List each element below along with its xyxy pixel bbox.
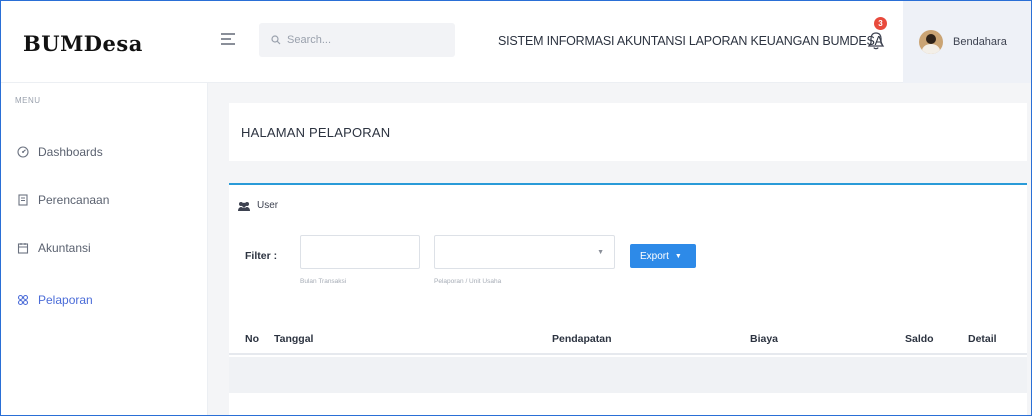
user-menu[interactable]: Bendahara [903, 1, 1031, 83]
users-icon [238, 201, 250, 211]
sidebar-item-label: Dashboards [38, 145, 103, 159]
dashboard-icon [17, 146, 29, 158]
sidebar: MENU Dashboards Perencanaan Akuntansi Pe… [1, 83, 208, 415]
table-row [229, 357, 1027, 393]
search-icon [271, 35, 281, 45]
notification-badge: 3 [874, 17, 887, 30]
column-header-pendapatan[interactable]: Pendapatan [552, 333, 612, 345]
user-name: Bendahara [953, 36, 1007, 48]
sidebar-item-dashboards[interactable]: Dashboards [17, 145, 103, 159]
page-header: HALAMAN PELAPORAN [229, 103, 1027, 161]
bell-icon[interactable] [867, 31, 885, 51]
export-button[interactable]: Export ▼ [630, 244, 696, 268]
business-unit-hint: Pelaporan / Unit Usaha [434, 278, 502, 285]
sidebar-item-pelaporan[interactable]: Pelaporan [17, 293, 93, 307]
menu-section-label: MENU [15, 96, 41, 105]
column-header-biaya[interactable]: Biaya [750, 333, 778, 345]
main-content: HALAMAN PELAPORAN User Filter : Bulan Tr… [208, 83, 1031, 415]
sidebar-item-label: Akuntansi [38, 241, 91, 255]
grid-icon [17, 294, 29, 306]
column-header-tanggal[interactable]: Tanggal [274, 333, 313, 345]
sidebar-item-perencanaan[interactable]: Perencanaan [17, 193, 109, 207]
report-card: User Filter : Bulan Transaksi ▼ Pelapora… [229, 183, 1027, 415]
table-header: No Tanggal Pendapatan Biaya Saldo Detail [229, 321, 1027, 355]
filter-label: Filter : [245, 250, 278, 262]
business-unit-select[interactable]: ▼ [434, 235, 615, 269]
app-window: BUMDesa Search... SISTEM INFORMASI AKUNT… [0, 0, 1032, 416]
card-title: User [257, 200, 279, 211]
calendar-icon [17, 243, 29, 254]
export-label: Export [640, 250, 669, 262]
chevron-down-icon: ▼ [597, 249, 604, 256]
sidebar-item-label: Perencanaan [38, 193, 110, 207]
avatar [919, 30, 943, 54]
transaction-month-hint: Bulan Transaksi [300, 278, 347, 285]
caret-down-icon: ▼ [674, 252, 682, 260]
page-title: HALAMAN PELAPORAN [241, 125, 391, 140]
menu-toggle-icon[interactable] [221, 33, 235, 47]
transaction-month-input[interactable] [300, 235, 420, 269]
app-title: SISTEM INFORMASI AKUNTANSI LAPORAN KEUAN… [498, 34, 883, 48]
column-header-detail[interactable]: Detail [968, 333, 997, 345]
sidebar-item-label: Pelaporan [38, 293, 93, 307]
sidebar-item-akuntansi[interactable]: Akuntansi [17, 241, 91, 255]
document-icon [18, 194, 28, 206]
brand-logo[interactable]: BUMDesa [23, 31, 143, 56]
column-header-saldo[interactable]: Saldo [905, 333, 934, 345]
top-navbar: BUMDesa Search... SISTEM INFORMASI AKUNT… [1, 1, 1031, 83]
search-placeholder: Search... [287, 34, 332, 46]
card-header: User [237, 200, 278, 211]
column-header-no[interactable]: No [245, 333, 259, 345]
search-input[interactable]: Search... [259, 23, 455, 57]
